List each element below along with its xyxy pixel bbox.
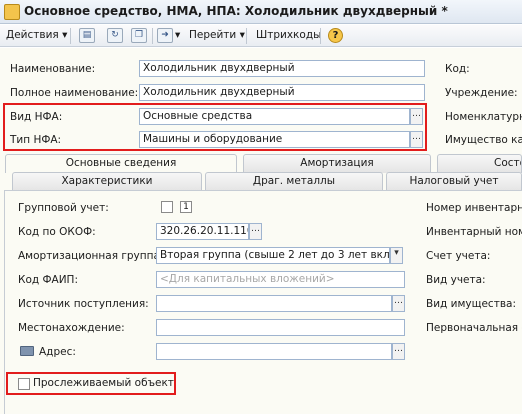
okof-label: Код по ОКОФ: [18,226,96,238]
tab-tax-accounting[interactable]: Налоговый учет [386,172,522,191]
tracked-object-label: Прослеживаемый объект [33,377,174,389]
goto-menu-label: Перейти [189,29,237,41]
chevron-down-icon: ▾ [239,29,245,41]
toolbar-divider [246,28,247,44]
fullname-label: Полное наименование: [10,87,139,99]
save-icon[interactable]: ▤ [79,28,95,43]
faip-label: Код ФАИП: [18,274,78,286]
location-label: Местонахождение: [18,322,125,334]
amortization-group-field[interactable]: Вторая группа (свыше 2 лет до 3 лет вклю… [156,247,390,264]
inventory-number-label: Номер инвентарно [426,202,522,214]
okof-field[interactable]: 320.26.20.11.110 [156,223,249,240]
inventory-number-label-2: Инвентарный номе [426,226,522,238]
faip-field[interactable]: <Для капитальных вложений> [156,271,405,288]
address-label: Адрес: [39,346,76,358]
fullname-field[interactable]: Холодильник двухдверный [139,84,425,101]
vid-select-button[interactable]: … [410,108,423,125]
actions-menu-button[interactable]: Действия ▾ [6,29,67,41]
code-label: Код: [445,63,470,75]
address-book-icon [20,346,34,356]
name-label: Наименование: [10,63,96,75]
help-icon[interactable]: ? [328,28,343,43]
location-field[interactable] [156,319,405,336]
source-label: Источник поступления: [18,298,149,310]
goto-chevron-icon[interactable]: ▾ [175,29,180,41]
initial-cost-label: Первоначальная ст [426,322,522,334]
tip-label: Тип НФА: [10,134,62,146]
group-accounting-label: Групповой учет: [18,202,109,214]
property-type-label: Вид имущества: [426,298,516,310]
source-field[interactable] [156,295,392,312]
institution-label: Учреждение: [445,87,518,99]
tab-main-info[interactable]: Основные сведения [5,154,237,173]
nomenclature-label: Номенклатурн [445,111,522,123]
copy-icon[interactable]: ❐ [131,28,147,43]
window-title: Основное средство, НМА, НПА: Холодильник… [24,4,448,18]
toolbar-divider [70,28,71,44]
name-field[interactable]: Холодильник двухдверный [139,60,425,77]
tab-amortization[interactable]: Амортизация [243,154,431,173]
tracked-object-checkbox[interactable] [18,378,30,390]
address-field[interactable] [156,343,392,360]
tab-state[interactable]: Состо [437,154,522,173]
okof-select-button[interactable]: … [249,223,262,240]
chevron-down-icon: ▾ [62,29,68,41]
amortization-group-dropdown[interactable]: ▾ [390,247,403,264]
barcodes-button[interactable]: Штрихкоды [256,29,321,41]
vid-label: Вид НФА: [10,111,63,123]
tab-precious-metals[interactable]: Драг. металлы [205,172,383,191]
address-select-button[interactable]: … [392,343,405,360]
tab-characteristics[interactable]: Характеристики [12,172,202,191]
vid-field[interactable]: Основные средства [139,108,410,125]
toolbar: Действия ▾ ▤ ↻ ❐ ➜ ▾ Перейти ▾ Штрихкоды… [0,25,522,47]
group-accounting-checkbox[interactable] [161,201,173,213]
window-titlebar: Основное средство, НМА, НПА: Холодильник… [0,0,522,24]
actions-menu-label: Действия [6,29,59,41]
source-select-button[interactable]: … [392,295,405,312]
account-label: Счет учета: [426,250,491,262]
refresh-icon[interactable]: ↻ [107,28,123,43]
toolbar-divider [320,28,321,44]
tip-field[interactable]: Машины и оборудование [139,131,410,148]
property-label: Имущество ка [445,134,522,146]
accounting-type-label: Вид учета: [426,274,486,286]
toolbar-divider [152,28,153,44]
goto-icon[interactable]: ➜ [157,28,173,43]
tip-select-button[interactable]: … [410,131,423,148]
group-count-field[interactable]: 1 [180,201,192,213]
amortization-group-label: Амортизационная группа: [18,250,164,262]
goto-menu-button[interactable]: Перейти ▾ [189,29,245,41]
window-app-icon [4,4,20,20]
